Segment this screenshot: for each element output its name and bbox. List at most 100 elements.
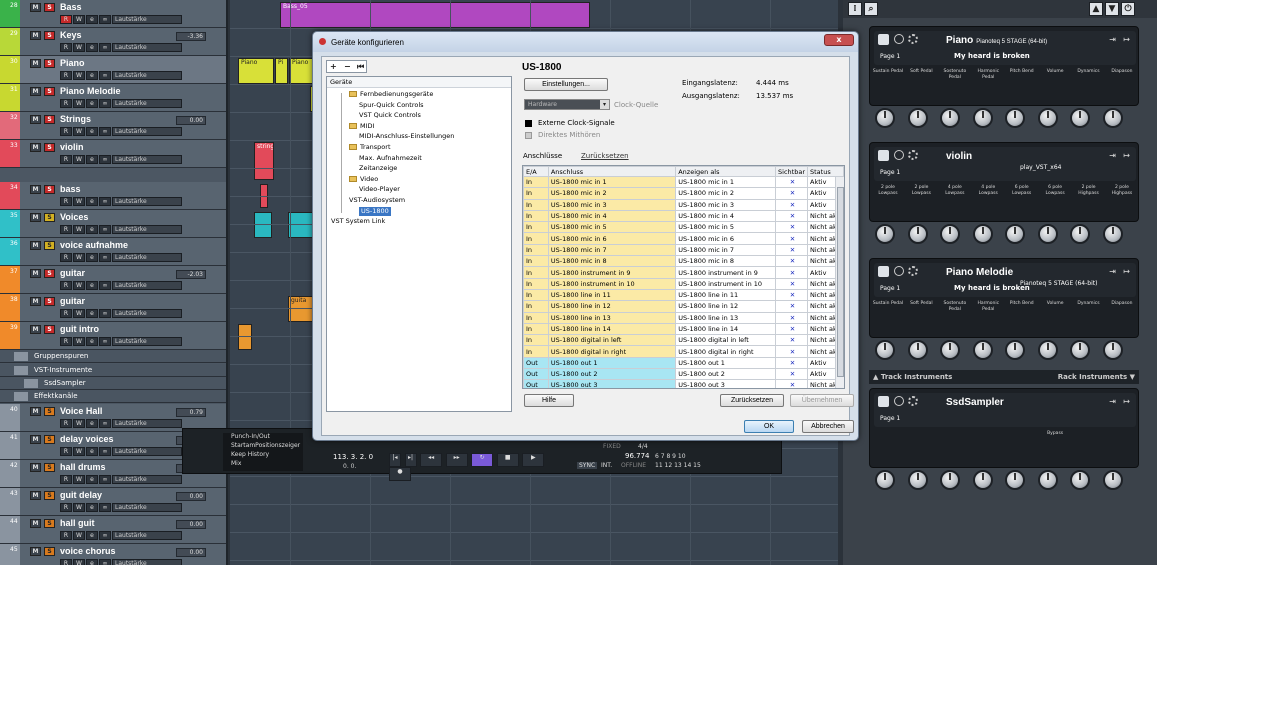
- table-cell-show[interactable]: US-1800 out 2: [675, 368, 777, 381]
- table-row[interactable]: In US-1800 mic in 1 US-1800 mic in 1 ✕ Aktiv: [523, 175, 844, 189]
- track-control-button[interactable]: R: [60, 447, 72, 456]
- track-name[interactable]: guitar: [60, 296, 85, 306]
- track-control-button[interactable]: W: [73, 475, 85, 484]
- fast-forward-icon[interactable]: ▸▸: [445, 453, 468, 467]
- track-control-button[interactable]: e: [86, 337, 98, 346]
- tree-item[interactable]: Spur-Quick Controls: [359, 101, 424, 110]
- quick-control-knob[interactable]: [1070, 224, 1090, 244]
- quick-control-knob[interactable]: [940, 470, 960, 490]
- track-control-button[interactable]: R: [60, 225, 72, 234]
- tree-item[interactable]: VST System Link: [331, 217, 385, 226]
- stop-icon[interactable]: ■: [496, 453, 519, 467]
- folder-track[interactable]: SsdSampler: [0, 377, 226, 390]
- track-volume-value[interactable]: 0.00: [176, 116, 206, 125]
- gear-icon[interactable]: [908, 150, 918, 160]
- track-control-button[interactable]: R: [60, 419, 72, 428]
- clip-voices-1[interactable]: [254, 212, 272, 238]
- volume-label[interactable]: Lautstärke: [112, 447, 182, 456]
- quick-control-knob[interactable]: [907, 470, 928, 490]
- dialog-titlebar[interactable]: Geräte konfigurieren x: [313, 32, 858, 52]
- track-name[interactable]: bass: [60, 184, 81, 194]
- quick-control-knob[interactable]: [940, 224, 960, 244]
- volume-label[interactable]: Lautstärke: [112, 475, 182, 484]
- search-icon[interactable]: ⌕: [864, 2, 878, 16]
- track-control-button[interactable]: R: [60, 337, 72, 346]
- table-row[interactable]: In US-1800 line in 13 US-1800 line in 13 ✕ N…: [523, 311, 844, 324]
- solo-button[interactable]: S: [44, 297, 55, 306]
- table-cell-show[interactable]: US-1800 digital in left: [675, 334, 777, 347]
- track-control-button[interactable]: ∞: [99, 253, 111, 262]
- power-icon[interactable]: [878, 266, 889, 277]
- table-cell-show[interactable]: US-1800 digital in right: [675, 345, 777, 358]
- clip-piano-1[interactable]: Piano: [238, 58, 274, 84]
- transport-menu-item[interactable]: Keep History: [231, 451, 269, 458]
- track-instruments-header[interactable]: ▲ Track Instruments Rack Instruments ▼: [869, 370, 1139, 384]
- track-control-button[interactable]: ∞: [99, 531, 111, 540]
- mute-button[interactable]: M: [30, 519, 41, 528]
- track-name[interactable]: Piano Melodie: [60, 86, 121, 96]
- quick-control-knob[interactable]: [1070, 470, 1090, 490]
- quick-control-knob[interactable]: [972, 340, 993, 360]
- table-cell-vis[interactable]: ✕: [775, 322, 808, 336]
- track-control-button[interactable]: R: [60, 475, 72, 484]
- clip-piano-2[interactable]: Pi: [275, 58, 288, 84]
- table-cell-vis[interactable]: ✕: [775, 300, 808, 313]
- table-cell-vis[interactable]: ✕: [775, 311, 808, 324]
- table-row[interactable]: In US-1800 mic in 3 US-1800 mic in 3 ✕ Aktiv: [523, 198, 844, 211]
- gear-icon[interactable]: [908, 396, 918, 406]
- column-header[interactable]: Status: [807, 166, 844, 177]
- quick-control-knob[interactable]: [1005, 470, 1025, 490]
- table-cell-show[interactable]: US-1800 line in 14: [675, 322, 777, 336]
- track-control-button[interactable]: ∞: [99, 225, 111, 234]
- mute-button[interactable]: M: [30, 59, 41, 68]
- track-name[interactable]: Keys: [60, 30, 82, 40]
- quick-control-knob[interactable]: [972, 224, 993, 244]
- ok-button[interactable]: OK: [744, 420, 794, 433]
- play-icon[interactable]: ▶: [522, 453, 545, 467]
- instrument-name[interactable]: violin: [946, 151, 972, 162]
- forward-end-icon[interactable]: ▸|: [404, 453, 417, 467]
- volume-label[interactable]: Lautstärke: [112, 253, 182, 262]
- solo-button[interactable]: S: [44, 519, 55, 528]
- track-control-button[interactable]: e: [86, 99, 98, 108]
- mute-button[interactable]: M: [30, 463, 41, 472]
- instrument-slot[interactable]: SsdSampler ⇥ ↦ Page 1 Bypass: [869, 388, 1139, 468]
- track-control-button[interactable]: R: [60, 71, 72, 80]
- instrument-name[interactable]: SsdSampler: [946, 397, 1004, 408]
- track-control-button[interactable]: e: [86, 309, 98, 318]
- edit-icon[interactable]: [894, 396, 904, 406]
- input-icon[interactable]: ⇥: [1109, 397, 1116, 406]
- cancel-button[interactable]: Abbrechen: [802, 420, 854, 433]
- track-name[interactable]: voice aufnahme: [60, 240, 128, 250]
- track-control-button[interactable]: R: [60, 309, 72, 318]
- tree-item[interactable]: Zeitanzeige: [359, 164, 397, 173]
- output-icon[interactable]: ↦: [1123, 397, 1130, 406]
- track-control-button[interactable]: ∞: [99, 15, 111, 24]
- track-control-button[interactable]: e: [86, 419, 98, 428]
- solo-button[interactable]: S: [44, 491, 55, 500]
- table-cell-show[interactable]: US-1800 line in 11: [675, 288, 777, 302]
- track-name[interactable]: Piano: [60, 58, 85, 68]
- track-control-button[interactable]: W: [73, 503, 85, 512]
- quick-control-knob[interactable]: [1102, 470, 1123, 490]
- instrument-slot[interactable]: Piano Melodie Pianoteq 5 STAGE (64-bit) ⇥ ↦…: [869, 258, 1139, 338]
- close-button[interactable]: x: [824, 34, 854, 46]
- track-control-button[interactable]: W: [73, 337, 85, 346]
- track-volume-value[interactable]: 0.00: [176, 492, 206, 501]
- track-row[interactable]: 38 M Sguitar R We ∞ Lautstärke: [0, 294, 226, 322]
- track-control-button[interactable]: W: [73, 253, 85, 262]
- tree-item[interactable]: VST-Audiosystem: [349, 196, 405, 205]
- gear-icon[interactable]: [908, 266, 918, 276]
- track-control-button[interactable]: W: [73, 99, 85, 108]
- tree-item[interactable]: MIDI: [349, 122, 374, 131]
- track-volume-value[interactable]: 0.00: [176, 520, 206, 529]
- mute-button[interactable]: M: [30, 547, 41, 556]
- track-control-button[interactable]: ∞: [99, 559, 111, 565]
- track-row[interactable]: 30 M S Piano R We ∞ Lautstärke: [0, 56, 226, 84]
- solo-button[interactable]: S: [44, 435, 55, 444]
- track-control-button[interactable]: R: [60, 197, 72, 206]
- table-cell-vis[interactable]: ✕: [775, 187, 808, 200]
- direct-monitor-checkbox[interactable]: [525, 132, 532, 139]
- arrow-down-icon[interactable]: ▼: [1105, 2, 1119, 16]
- table-cell-show[interactable]: US-1800 out 1: [675, 356, 777, 370]
